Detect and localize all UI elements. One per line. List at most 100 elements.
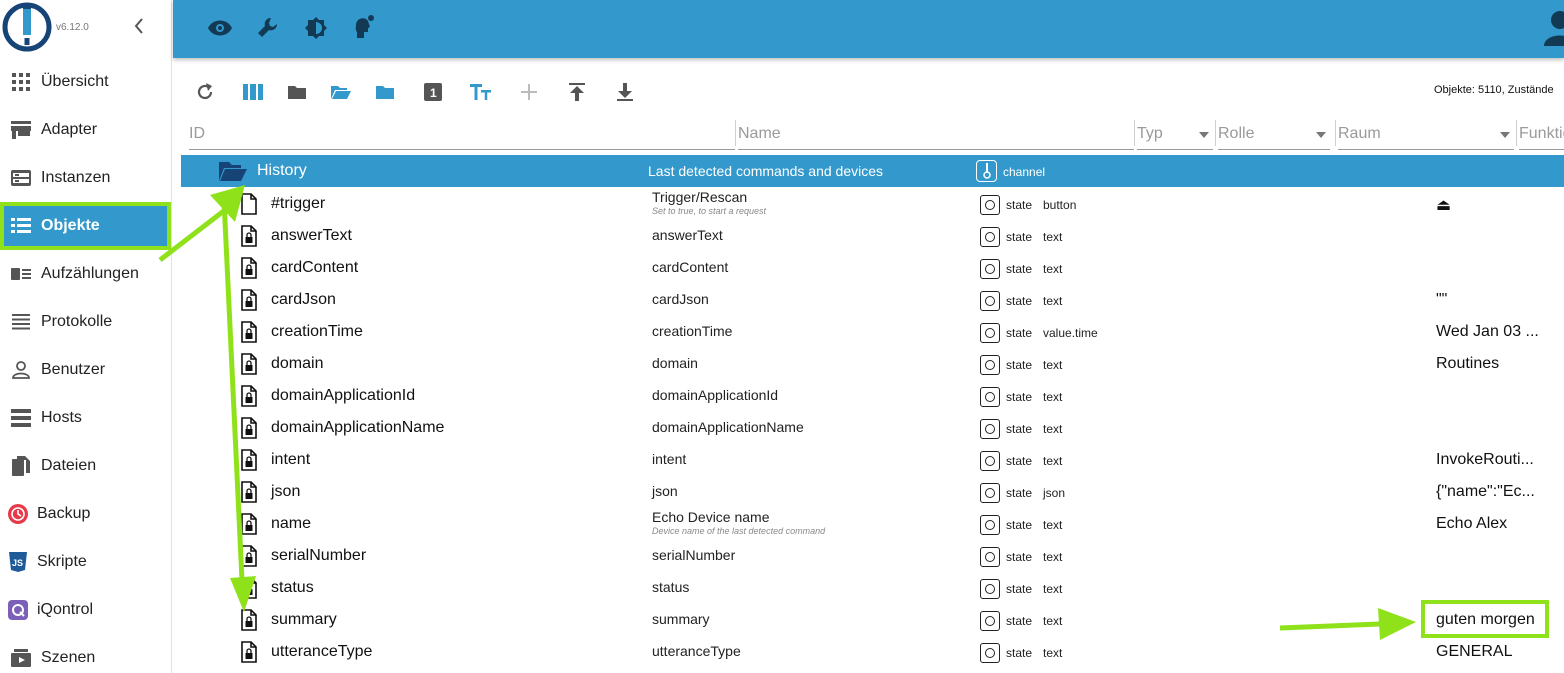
sidebar-item-skripte[interactable]: JS Skripte: [0, 538, 171, 586]
app-version: v6.12.0: [56, 22, 89, 33]
function-filter-select[interactable]: Funktion: [1519, 118, 1564, 150]
state-icon: [980, 547, 1000, 567]
table-row[interactable]: answerText answerText state text: [181, 219, 1564, 251]
theme-toggle-button[interactable]: [299, 12, 333, 44]
table-row[interactable]: utteranceType utteranceType state text GENER…: [181, 635, 1564, 667]
collapse-all-button[interactable]: [284, 80, 310, 104]
download-button[interactable]: [612, 80, 638, 104]
level-button[interactable]: 1: [420, 80, 446, 104]
columns-icon: [243, 84, 263, 100]
object-value[interactable]: {"name":"Ec...: [1436, 483, 1535, 501]
object-value[interactable]: Echo Alex: [1436, 515, 1507, 533]
account-button[interactable]: [1540, 6, 1564, 51]
collapse-sidebar-button[interactable]: [132, 16, 150, 38]
table-row[interactable]: name Echo Device name Device name of the l…: [181, 507, 1564, 539]
expert-mode-button[interactable]: [347, 12, 381, 44]
sidebar-item-hosts[interactable]: Hosts: [0, 394, 171, 442]
user-icon: [12, 361, 30, 379]
sidebar-item-dateien[interactable]: Dateien: [0, 442, 171, 490]
folder-description: Last detected commands and devices: [648, 163, 884, 179]
table-row[interactable]: domain domain state text Routines: [181, 347, 1564, 379]
objects-toolbar: 1 Objekte: 5110, Zustände: [173, 72, 1564, 112]
account-icon: [1544, 11, 1564, 46]
sidebar-item-label: Backup: [37, 505, 91, 522]
table-row[interactable]: status status state text: [181, 571, 1564, 603]
table-row[interactable]: #trigger Trigger/Rescan Set to true, to st…: [181, 187, 1564, 219]
table-row[interactable]: serialNumber serialNumber state text: [181, 539, 1564, 571]
toggle-view-button[interactable]: [203, 12, 237, 44]
sidebar-item-objekte[interactable]: Objekte: [0, 202, 171, 250]
add-object-button[interactable]: [516, 80, 542, 104]
state-icon: [980, 227, 1000, 247]
object-name: cardContent: [652, 259, 729, 275]
refresh-button[interactable]: [192, 80, 218, 104]
theme-icon: [305, 17, 327, 39]
table-row[interactable]: domainApplicationName domainApplicationNa…: [181, 411, 1564, 443]
expand-all-button[interactable]: [328, 80, 354, 104]
sidebar-item-backup[interactable]: Backup: [0, 490, 171, 538]
table-row[interactable]: cardJson cardJson state text "": [181, 283, 1564, 315]
sidebar-item-instanzen[interactable]: Instanzen: [0, 154, 171, 202]
role-filter-select[interactable]: Rolle: [1218, 118, 1330, 150]
top-bar: [173, 0, 1564, 58]
object-value[interactable]: GENERAL: [1436, 643, 1512, 661]
sidebar-item-szenen[interactable]: Szenen: [0, 634, 171, 673]
settings-button[interactable]: [251, 12, 285, 44]
table-row[interactable]: domainApplicationId domainApplicationId st…: [181, 379, 1564, 411]
room-filter-select[interactable]: Raum: [1338, 118, 1514, 150]
folder-open-icon: [219, 162, 247, 181]
object-id: answerText: [271, 227, 352, 244]
table-row[interactable]: json json state json {"name":"Ec...: [181, 475, 1564, 507]
object-role: text: [1043, 550, 1063, 564]
object-value[interactable]: Wed Jan 03 ...: [1436, 323, 1539, 341]
text-size-button[interactable]: [468, 80, 494, 104]
object-value[interactable]: InvokeRouti...: [1436, 451, 1534, 469]
scenes-icon: [11, 649, 31, 667]
text-icon: [470, 84, 491, 100]
object-role: text: [1043, 358, 1063, 372]
sidebar-item-label: Übersicht: [41, 73, 109, 90]
table-row[interactable]: creationTime creationTime state value.time W…: [181, 315, 1564, 347]
object-id: json: [271, 483, 301, 500]
sidebar-item-adapter[interactable]: Adapter: [0, 106, 171, 154]
folder-type: channel: [1003, 165, 1046, 179]
sidebar-item-protokolle[interactable]: Protokolle: [0, 298, 171, 346]
history-folder-row[interactable]: History Last detected commands and devic…: [181, 155, 1564, 187]
table-row[interactable]: summary summary state text guten morgen: [181, 603, 1564, 635]
table-row[interactable]: intent intent state text InvokeRouti...: [181, 443, 1564, 475]
sidebar-item-aufzaehlungen[interactable]: Aufzählungen: [0, 250, 171, 298]
files-icon: [12, 456, 30, 476]
expand-level-button[interactable]: [372, 80, 398, 104]
object-value[interactable]: "": [1436, 291, 1447, 309]
sidebar-item-label: Adapter: [41, 121, 98, 138]
object-role: text: [1043, 646, 1063, 660]
file-lock-icon: [241, 545, 257, 567]
file-lock-icon: [241, 481, 257, 503]
object-value[interactable]: Routines: [1436, 355, 1499, 373]
iobroker-logo[interactable]: [2, 2, 52, 52]
sidebar-item-label: Protokolle: [41, 313, 113, 330]
upload-button[interactable]: [564, 80, 590, 104]
object-role: text: [1043, 422, 1063, 436]
channel-icon: [976, 160, 997, 182]
state-icon: [980, 451, 1000, 471]
object-role: json: [1043, 486, 1066, 500]
sidebar-item-label: Benutzer: [41, 361, 106, 378]
object-value[interactable]: ⏏: [1436, 195, 1451, 215]
sidebar-item-benutzer[interactable]: Benutzer: [0, 346, 171, 394]
state-icon: [980, 419, 1000, 439]
sidebar-item-uebersicht[interactable]: Übersicht: [0, 58, 171, 106]
id-filter-input[interactable]: ID: [189, 118, 735, 150]
column-divider: [735, 120, 736, 146]
object-role: text: [1043, 518, 1063, 532]
list-icon: [11, 218, 31, 233]
object-type: state: [1006, 198, 1033, 212]
object-type: state: [1006, 326, 1033, 340]
columns-button[interactable]: [240, 80, 266, 104]
file-lock-icon: [241, 321, 257, 343]
table-row[interactable]: cardContent cardContent state text: [181, 251, 1564, 283]
name-filter-input[interactable]: Name: [738, 118, 1134, 150]
sidebar-item-iqontrol[interactable]: iQontrol: [0, 586, 171, 634]
object-subtitle: Set to true, to start a request: [652, 206, 767, 216]
type-filter-select[interactable]: Typ: [1137, 118, 1213, 150]
